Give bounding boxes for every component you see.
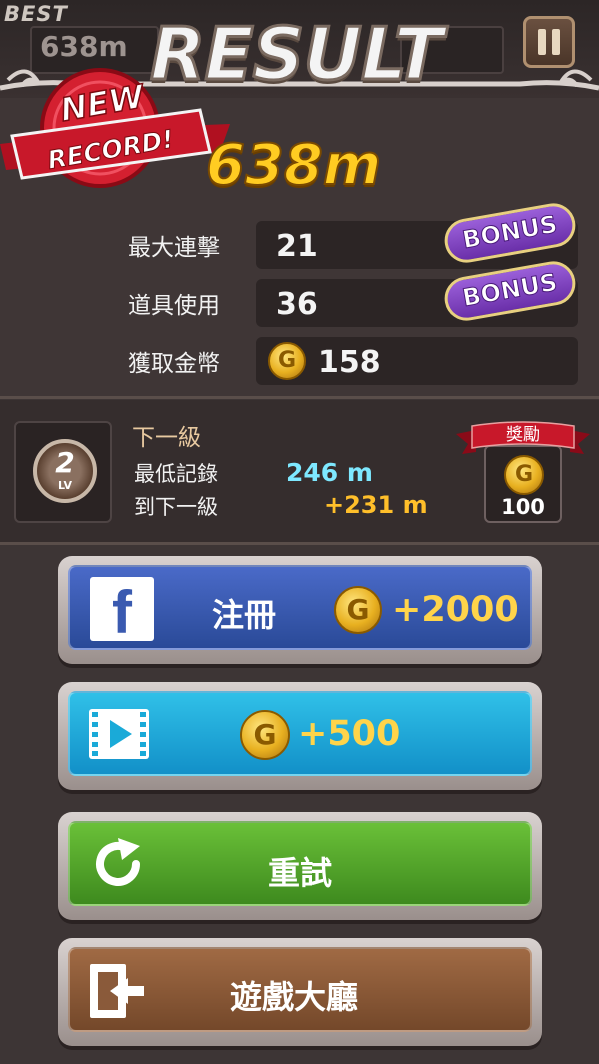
level-badge: 2 LV (33, 439, 97, 503)
item-use-box: 36 BONUS (256, 257, 579, 327)
reward-box: 100 (484, 445, 562, 523)
reward-value: 100 (501, 495, 545, 519)
retry-label: 重試 (268, 854, 333, 892)
divider (0, 396, 599, 399)
level-progress-section: 2 LV 下一級 最低記錄 246 m 到下一級 +231 m 100 獎勵 (0, 400, 599, 542)
gold-coin-icon (334, 586, 382, 634)
max-combo-value: 21 (276, 229, 318, 264)
to-next-label: 到下一級 (134, 495, 218, 519)
gold-coin-icon (268, 342, 306, 380)
watch-video-button[interactable]: +500 (58, 682, 542, 790)
distance-score: 638m (205, 132, 382, 199)
min-record-value: 246 m (286, 458, 373, 487)
level-number: 2 (55, 446, 75, 479)
game-lobby-button[interactable]: 遊戲大廳 (58, 938, 542, 1046)
item-use-label: 道具使用 (128, 293, 220, 319)
gold-coin-icon (504, 455, 544, 495)
pause-icon (538, 29, 546, 55)
retry-button[interactable]: 重試 (58, 812, 542, 920)
best-label: BEST (4, 2, 68, 26)
max-combo-box: 21 BONUS (256, 199, 579, 269)
game-lobby-label: 遊戲大廳 (230, 978, 359, 1016)
coins-earned-box: 158 (256, 337, 578, 385)
facebook-register-label: 注冊 (212, 596, 277, 634)
coins-earned-label: 獲取金幣 (128, 351, 220, 377)
min-record-label: 最低記錄 (134, 462, 218, 486)
facebook-reward-value: +2000 (392, 590, 519, 630)
facebook-register-button[interactable]: f 注冊 +2000 (58, 556, 542, 664)
gold-coin-icon (240, 710, 290, 760)
refresh-icon (96, 838, 140, 886)
exit-lobby-icon (90, 964, 144, 1018)
facebook-icon: f (90, 577, 154, 643)
video-reward-value: +500 (298, 714, 401, 754)
item-use-value: 36 (276, 287, 318, 322)
to-next-value: +231 m (324, 491, 428, 519)
best-value: 638m (40, 30, 128, 63)
level-lv-text: LV (57, 479, 72, 492)
next-level-title: 下一級 (132, 425, 201, 451)
new-record-seal: NEW RECORD! (0, 68, 230, 188)
video-play-icon (89, 709, 149, 759)
max-combo-label: 最大連擊 (128, 235, 220, 261)
coins-earned-value: 158 (318, 345, 381, 380)
divider (0, 542, 599, 545)
level-box: 2 LV (14, 421, 112, 523)
reward-label: 獎勵 (506, 425, 540, 445)
